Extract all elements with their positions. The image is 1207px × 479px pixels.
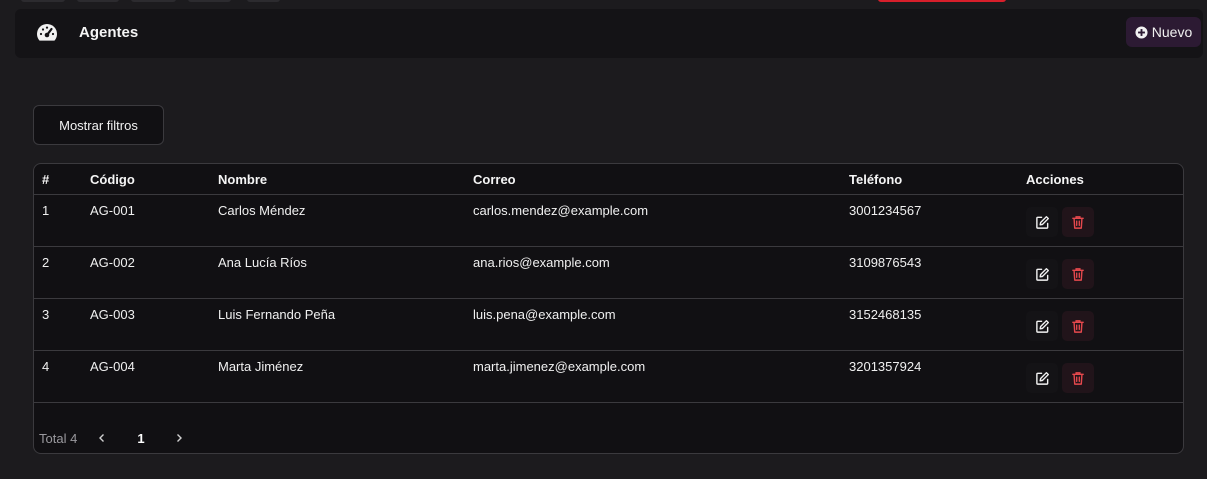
cell-code: AG-001 <box>90 194 218 247</box>
edit-button[interactable] <box>1026 311 1058 341</box>
cell-code: AG-004 <box>90 350 218 403</box>
trash-icon <box>1072 267 1084 281</box>
cell-actions <box>1026 350 1183 403</box>
cell-name: Carlos Méndez <box>218 194 473 247</box>
cell-actions <box>1026 246 1183 299</box>
cell-actions <box>1026 194 1183 247</box>
cell-number: 1 <box>34 194 90 247</box>
cell-number: 4 <box>34 350 90 403</box>
trash-icon <box>1072 371 1084 385</box>
top-tab[interactable] <box>131 0 176 2</box>
cell-phone: 3152468135 <box>849 298 1026 351</box>
edit-button[interactable] <box>1026 259 1058 289</box>
delete-button[interactable] <box>1062 311 1094 341</box>
delete-button[interactable] <box>1062 207 1094 237</box>
row-actions <box>1026 363 1183 393</box>
edit-icon <box>1035 267 1049 281</box>
table-row: 4 AG-004 Marta Jiménez marta.jimenez@exampl… <box>34 350 1183 403</box>
trash-icon <box>1072 215 1084 229</box>
column-header-actions: Acciones <box>1026 164 1183 195</box>
top-tab[interactable] <box>188 0 231 2</box>
edit-button[interactable] <box>1026 363 1058 393</box>
page-header: Agentes <box>15 9 1203 58</box>
cell-phone: 3201357924 <box>849 350 1026 403</box>
chevron-right-icon <box>176 433 182 442</box>
table-header-row: # Código Nombre Correo Teléfono Acciones <box>34 164 1183 195</box>
column-header-number: # <box>34 164 90 195</box>
top-tab[interactable] <box>77 0 119 2</box>
cell-number: 3 <box>34 298 90 351</box>
cell-email: marta.jimenez@example.com <box>473 350 849 403</box>
top-tab-strip <box>0 0 1207 6</box>
cell-name: Marta Jiménez <box>218 350 473 403</box>
next-page-button[interactable] <box>161 431 196 446</box>
new-agent-button[interactable]: Nuevo <box>1126 17 1201 47</box>
table-row: 2 AG-002 Ana Lucía Ríos ana.rios@example.co… <box>34 246 1183 299</box>
cell-code: AG-003 <box>90 298 218 351</box>
edit-button[interactable] <box>1026 207 1058 237</box>
row-actions <box>1026 207 1183 237</box>
top-tab[interactable] <box>21 0 65 2</box>
page-number-current[interactable]: 1 <box>121 431 161 446</box>
new-button-label: Nuevo <box>1151 24 1193 40</box>
edit-icon <box>1035 215 1049 229</box>
top-red-button[interactable] <box>878 0 1006 2</box>
plus-circle-icon <box>1135 25 1148 39</box>
column-header-name[interactable]: Nombre <box>218 164 473 195</box>
pagination: Total 4 1 <box>34 428 334 448</box>
column-header-code[interactable]: Código <box>90 164 218 195</box>
cell-phone: 3109876543 <box>849 246 1026 299</box>
cell-number: 2 <box>34 246 90 299</box>
delete-button[interactable] <box>1062 259 1094 289</box>
cell-email: ana.rios@example.com <box>473 246 849 299</box>
prev-page-button[interactable] <box>83 431 121 446</box>
cell-email: luis.pena@example.com <box>473 298 849 351</box>
cell-email: carlos.mendez@example.com <box>473 194 849 247</box>
gauge-icon <box>37 24 57 41</box>
cell-name: Ana Lucía Ríos <box>218 246 473 299</box>
trash-icon <box>1072 319 1084 333</box>
page-title: Agentes <box>79 24 139 41</box>
show-filters-button[interactable]: Mostrar filtros <box>33 105 164 145</box>
edit-icon <box>1035 371 1049 385</box>
row-actions <box>1026 259 1183 289</box>
agents-table: # Código Nombre Correo Teléfono Acciones… <box>34 164 1183 403</box>
cell-phone: 3001234567 <box>849 194 1026 247</box>
cell-actions <box>1026 298 1183 351</box>
edit-icon <box>1035 319 1049 333</box>
table-row: 1 AG-001 Carlos Méndez carlos.mendez@exampl… <box>34 194 1183 247</box>
chevron-left-icon <box>99 433 104 442</box>
total-count: Total 4 <box>39 430 78 446</box>
cell-code: AG-002 <box>90 246 218 299</box>
column-header-phone[interactable]: Teléfono <box>849 164 1026 195</box>
row-actions <box>1026 311 1183 341</box>
column-header-email[interactable]: Correo <box>473 164 849 195</box>
cell-name: Luis Fernando Peña <box>218 298 473 351</box>
top-tab[interactable] <box>247 0 280 2</box>
agents-table-card: # Código Nombre Correo Teléfono Acciones… <box>33 163 1184 454</box>
delete-button[interactable] <box>1062 363 1094 393</box>
table-row: 3 AG-003 Luis Fernando Peña luis.pena@examp… <box>34 298 1183 351</box>
